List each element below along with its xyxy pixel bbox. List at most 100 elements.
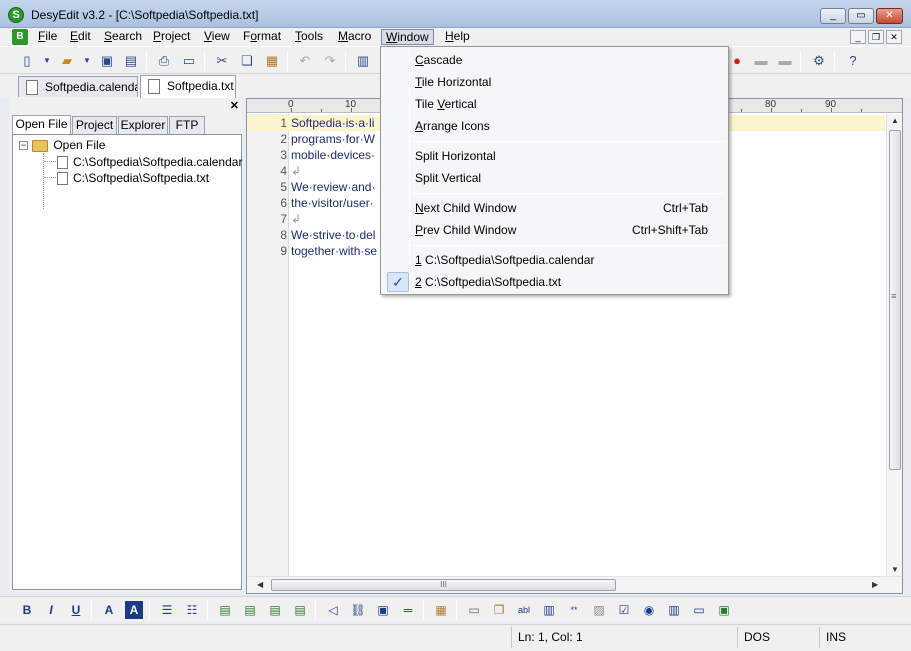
menu-item-next-child-window[interactable]: Next Child Window Ctrl+Tab	[384, 197, 725, 219]
menu-macro[interactable]: Macro	[334, 29, 375, 45]
menu-file[interactable]: File	[34, 29, 61, 45]
redo-icon[interactable]: ↷	[321, 52, 339, 70]
print-icon[interactable]: ⎙	[155, 52, 173, 70]
comment-icon[interactable]: ▬	[752, 52, 770, 70]
textfield-icon[interactable]: abl	[515, 601, 533, 619]
menu-item-tile-vertical[interactable]: Tile Vertical	[384, 93, 725, 115]
document-system-icon[interactable]: B	[12, 29, 28, 45]
save-all-icon[interactable]: ▤	[122, 52, 140, 70]
link-icon[interactable]: ⛓	[349, 601, 367, 619]
tab-ftp[interactable]: FTP	[169, 116, 205, 134]
line-ending: DOS	[737, 627, 819, 648]
vertical-scrollbar[interactable]: ▲ ≡ ▼	[886, 114, 902, 576]
macro-record-icon[interactable]: ●	[728, 52, 746, 70]
menu-item-split-vertical[interactable]: Split Vertical	[384, 167, 725, 189]
password-field-icon[interactable]: **	[565, 601, 583, 619]
new-file-icon[interactable]: ▯	[18, 52, 36, 70]
tab-softpedia-calendar[interactable]: Softpedia.calendar	[18, 76, 138, 97]
menu-item-cascade[interactable]: Cascade	[384, 49, 725, 71]
paste-icon[interactable]: ▦	[263, 52, 281, 70]
submit-icon[interactable]: ▣	[715, 601, 733, 619]
tree-item[interactable]: C:\Softpedia\Softpedia.calendar	[57, 154, 242, 170]
help-icon[interactable]: ?	[844, 52, 862, 70]
justify-icon[interactable]: ▤	[291, 601, 309, 619]
menu-format[interactable]: Format	[239, 29, 285, 45]
vertical-scroll-thumb[interactable]: ≡	[889, 130, 901, 470]
menu-item-prev-child-window[interactable]: Prev Child Window Ctrl+Shift+Tab	[384, 219, 725, 241]
save-icon[interactable]: ▣	[98, 52, 116, 70]
align-right-icon[interactable]: ▤	[266, 601, 284, 619]
listbox-icon[interactable]: ▥	[665, 601, 683, 619]
book-icon[interactable]: ▥	[354, 52, 372, 70]
highlight-icon[interactable]: A	[125, 601, 143, 619]
open-folder-icon[interactable]: ▰	[58, 52, 76, 70]
child-close-button[interactable]: ✕	[886, 30, 902, 44]
menu-search[interactable]: Search	[100, 29, 146, 45]
scroll-left-icon[interactable]: ◀	[257, 580, 263, 589]
button-field-icon[interactable]: ▭	[690, 601, 708, 619]
menu-item-split-horizontal[interactable]: Split Horizontal	[384, 145, 725, 167]
hidden-field-icon[interactable]: ▨	[590, 601, 608, 619]
cut-icon[interactable]: ✂	[213, 52, 231, 70]
close-button[interactable]: ✕	[876, 8, 903, 24]
checkbox-icon[interactable]: ☑	[615, 601, 633, 619]
font-color-icon[interactable]: A	[100, 601, 118, 619]
align-center-icon[interactable]: ▤	[241, 601, 259, 619]
menu-item-window-2[interactable]: ✓ 2 C:\Softpedia\Softpedia.txt	[384, 271, 725, 293]
menu-item-label: Cascade	[415, 53, 463, 67]
app-logo-icon[interactable]: S	[8, 7, 24, 23]
child-restore-button[interactable]: ❐	[868, 30, 884, 44]
folder-icon	[32, 139, 48, 152]
menu-window[interactable]: Window	[381, 29, 434, 45]
line-number: 7	[280, 212, 287, 226]
radio-icon[interactable]: ◉	[640, 601, 658, 619]
form-icon[interactable]: ▭	[465, 601, 483, 619]
tree-item[interactable]: C:\Softpedia\Softpedia.txt	[57, 170, 209, 186]
bullet-list-icon[interactable]: ☰	[158, 601, 176, 619]
anchor-icon[interactable]: ◁	[324, 601, 342, 619]
menu-tools[interactable]: Tools	[291, 29, 327, 45]
menu-item-arrange-icons[interactable]: Arrange Icons	[384, 115, 725, 137]
tree-item-label: C:\Softpedia\Softpedia.txt	[73, 171, 210, 185]
undo-icon[interactable]: ↶	[296, 52, 314, 70]
new-dropdown-icon[interactable]: ▼	[38, 52, 56, 70]
line-text: ↲	[291, 164, 302, 178]
tab-explorer[interactable]: Explorer	[118, 116, 168, 134]
tab-project[interactable]: Project	[72, 116, 117, 134]
menu-project[interactable]: Project	[149, 29, 194, 45]
collapse-icon[interactable]: −	[19, 141, 28, 151]
print-preview-icon[interactable]: ▭	[180, 52, 198, 70]
panel-close-icon[interactable]: ✕	[230, 99, 239, 112]
align-left-icon[interactable]: ▤	[216, 601, 234, 619]
maximize-button[interactable]: ▭	[848, 8, 874, 24]
menu-edit[interactable]: Edit	[66, 29, 95, 45]
image-icon[interactable]: ▣	[374, 601, 392, 619]
copy-icon[interactable]: ❏	[238, 52, 256, 70]
horizontal-scroll-thumb[interactable]: III	[271, 579, 616, 591]
scroll-down-icon[interactable]: ▼	[891, 565, 899, 574]
menu-view[interactable]: View	[200, 29, 234, 45]
tab-softpedia-txt[interactable]: Softpedia.txt	[140, 75, 236, 98]
scroll-right-icon[interactable]: ▶	[872, 580, 878, 589]
tree-root[interactable]: − Open File	[19, 137, 105, 153]
menu-help[interactable]: Help	[441, 29, 474, 45]
menu-item-tile-horizontal[interactable]: Tile Horizontal	[384, 71, 725, 93]
line-number: 5	[280, 180, 287, 194]
horizontal-scrollbar[interactable]: ◀ III ▶	[247, 576, 902, 593]
uncomment-icon[interactable]: ▬	[776, 52, 794, 70]
scroll-up-icon[interactable]: ▲	[891, 116, 899, 125]
bold-icon[interactable]: B	[18, 601, 36, 619]
menu-item-window-1[interactable]: 1 C:\Softpedia\Softpedia.calendar	[384, 249, 725, 271]
underline-icon[interactable]: U	[67, 601, 85, 619]
italic-icon[interactable]: I	[42, 601, 60, 619]
frame-icon[interactable]: ❐	[490, 601, 508, 619]
open-dropdown-icon[interactable]: ▼	[78, 52, 96, 70]
numbered-list-icon[interactable]: ☷	[183, 601, 201, 619]
settings-icon[interactable]: ⚙	[810, 52, 828, 70]
child-minimize-button[interactable]: _	[850, 30, 866, 44]
textarea-icon[interactable]: ▥	[540, 601, 558, 619]
insert-object-icon[interactable]: ▦	[432, 601, 450, 619]
horizontal-rule-icon[interactable]: ═	[399, 601, 417, 619]
minimize-button[interactable]: _	[820, 8, 846, 24]
tab-open-file[interactable]: Open File	[12, 115, 71, 135]
